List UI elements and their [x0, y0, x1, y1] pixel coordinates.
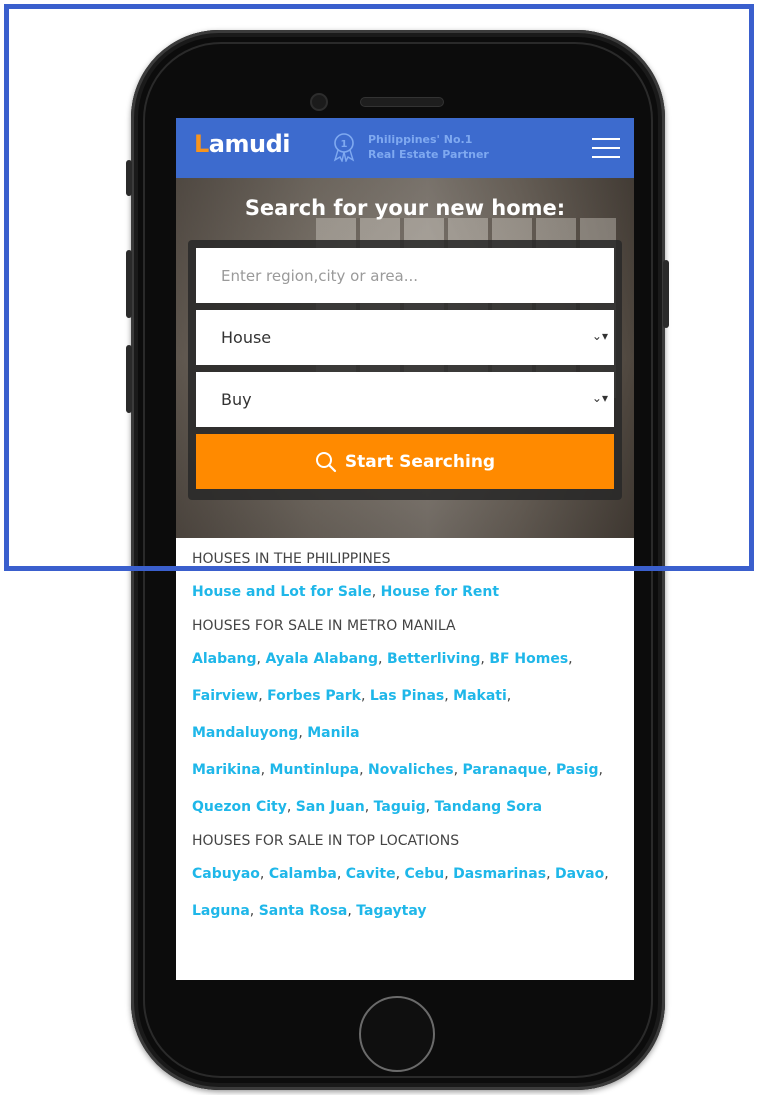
tagline-line2: Real Estate Partner — [368, 148, 489, 161]
link-separator: , — [506, 688, 512, 704]
location-link[interactable]: Laguna — [192, 903, 250, 919]
link-separator: , — [568, 651, 573, 667]
property-type-select[interactable]: House ⌄▾ — [196, 310, 614, 365]
location-link[interactable]: Marikina — [192, 762, 261, 778]
location-link[interactable]: Mandaluyong — [192, 725, 298, 741]
link-separator: , — [395, 866, 405, 882]
link-separator: , — [378, 651, 387, 667]
location-link[interactable]: Pasig — [556, 762, 599, 778]
metro-links-row: Marikina, Muntinlupa, Novaliches, Parana… — [192, 752, 618, 789]
metro-links-row: Fairview, Forbes Park, Las Pinas, Makati… — [192, 678, 618, 715]
offer-type-value: Buy — [221, 390, 252, 409]
location-link[interactable]: Taguig — [374, 799, 426, 815]
search-panel: Enter region,city or area... House ⌄▾ Bu… — [188, 240, 622, 500]
front-camera — [310, 93, 328, 111]
offer-type-select[interactable]: Buy ⌄▾ — [196, 372, 614, 427]
link-separator: , — [249, 903, 259, 919]
hero-title: Search for your new home: — [244, 196, 566, 220]
chevron-down-icon: ⌄▾ — [591, 391, 608, 405]
lamudi-logo[interactable]: Lamudi — [194, 130, 291, 158]
link-separator: , — [547, 762, 556, 778]
metro-links-row: Mandaluyong, Manila — [192, 715, 618, 752]
location-link[interactable]: Makati — [453, 688, 507, 704]
location-link[interactable]: San Juan — [296, 799, 365, 815]
link-sections: HOUSES IN THE PHILIPPINES House and Lot … — [176, 538, 634, 930]
location-link[interactable]: Alabang — [192, 651, 257, 667]
link-separator: , — [258, 688, 268, 704]
location-link[interactable]: Forbes Park — [267, 688, 361, 704]
top-links-row: Laguna, Santa Rosa, Tagaytay — [192, 893, 618, 930]
svg-text:1: 1 — [341, 139, 348, 150]
start-searching-label: Start Searching — [344, 451, 496, 472]
location-link[interactable]: Quezon City — [192, 799, 287, 815]
volume-down-button — [126, 345, 132, 413]
location-link[interactable]: Muntinlupa — [270, 762, 360, 778]
link-separator: , — [336, 866, 346, 882]
top-links-row: Cabuyao, Calamba, Cavite, Cebu, Dasmarin… — [192, 856, 618, 893]
logo-wordmark: amudi — [208, 130, 291, 158]
link-separator: , — [444, 866, 454, 882]
location-link[interactable]: Fairview — [192, 688, 258, 704]
location-link[interactable]: Davao — [555, 866, 604, 882]
earpiece-speaker — [360, 97, 444, 107]
site-header: Lamudi 1 Philippines' No.1 Real Estate P… — [176, 118, 634, 178]
award-ribbon-icon: 1 — [333, 133, 355, 162]
link-separator: , — [286, 799, 296, 815]
houses-heading: HOUSES IN THE PHILIPPINES — [192, 551, 391, 567]
link-separator: , — [444, 688, 454, 704]
location-link[interactable]: Manila — [307, 725, 359, 741]
mute-switch — [126, 160, 132, 196]
location-link[interactable]: Cebu — [405, 866, 445, 882]
location-link[interactable]: Tandang Sora — [435, 799, 543, 815]
link-separator: , — [360, 688, 370, 704]
start-searching-button[interactable]: Start Searching — [196, 434, 614, 489]
metro-links-row: Alabang, Ayala Alabang, Betterliving, BF… — [192, 641, 618, 678]
location-link[interactable]: Santa Rosa — [259, 903, 348, 919]
location-link[interactable]: House and Lot for Sale — [192, 584, 372, 600]
metro-links-row: Quezon City, San Juan, Taguig, Tandang S… — [192, 789, 618, 826]
location-link[interactable]: Cavite — [346, 866, 396, 882]
link-separator: , — [371, 584, 381, 600]
link-separator: , — [298, 725, 308, 741]
location-search-input[interactable]: Enter region,city or area... — [196, 248, 614, 303]
location-link[interactable]: Betterliving — [387, 651, 480, 667]
location-link[interactable]: Ayala Alabang — [265, 651, 378, 667]
link-separator: , — [598, 762, 603, 778]
chevron-down-icon: ⌄▾ — [591, 329, 608, 343]
link-separator: , — [604, 866, 609, 882]
link-separator: , — [259, 866, 269, 882]
logo-mark: L — [194, 130, 209, 158]
property-type-value: House — [221, 328, 272, 347]
link-separator: , — [260, 762, 270, 778]
tagline-line1: Philippines' No.1 — [368, 133, 473, 146]
location-link[interactable]: Dasmarinas — [453, 866, 546, 882]
volume-up-button — [126, 250, 132, 318]
search-icon — [315, 451, 337, 472]
houses-links: House and Lot for Sale, House for Rent — [192, 574, 618, 611]
metro-manila-heading: HOUSES FOR SALE IN METRO MANILA — [192, 618, 456, 634]
hero-search: Search for your new home: Enter region,c… — [176, 178, 634, 538]
top-locations-heading: HOUSES FOR SALE IN TOP LOCATIONS — [192, 833, 460, 849]
power-button — [663, 260, 669, 328]
link-separator: , — [453, 762, 463, 778]
link-separator: , — [347, 903, 357, 919]
home-button[interactable] — [359, 996, 435, 1072]
location-link[interactable]: Cabuyao — [192, 866, 260, 882]
location-link[interactable]: Paranaque — [463, 762, 548, 778]
location-link[interactable]: Tagaytay — [356, 903, 426, 919]
link-separator: , — [546, 866, 555, 882]
phone-screen: Lamudi 1 Philippines' No.1 Real Estate P… — [176, 118, 634, 980]
location-link[interactable]: House for Rent — [381, 584, 499, 600]
location-link[interactable]: Las Pinas — [370, 688, 444, 704]
location-link[interactable]: BF Homes — [489, 651, 568, 667]
tagline: Philippines' No.1 Real Estate Partner — [368, 132, 489, 162]
link-separator: , — [359, 762, 368, 778]
link-separator: , — [364, 799, 374, 815]
location-link[interactable]: Calamba — [269, 866, 337, 882]
link-separator: , — [425, 799, 435, 815]
location-link[interactable]: Novaliches — [368, 762, 454, 778]
link-separator: , — [480, 651, 490, 667]
hamburger-menu-icon[interactable] — [592, 138, 620, 160]
